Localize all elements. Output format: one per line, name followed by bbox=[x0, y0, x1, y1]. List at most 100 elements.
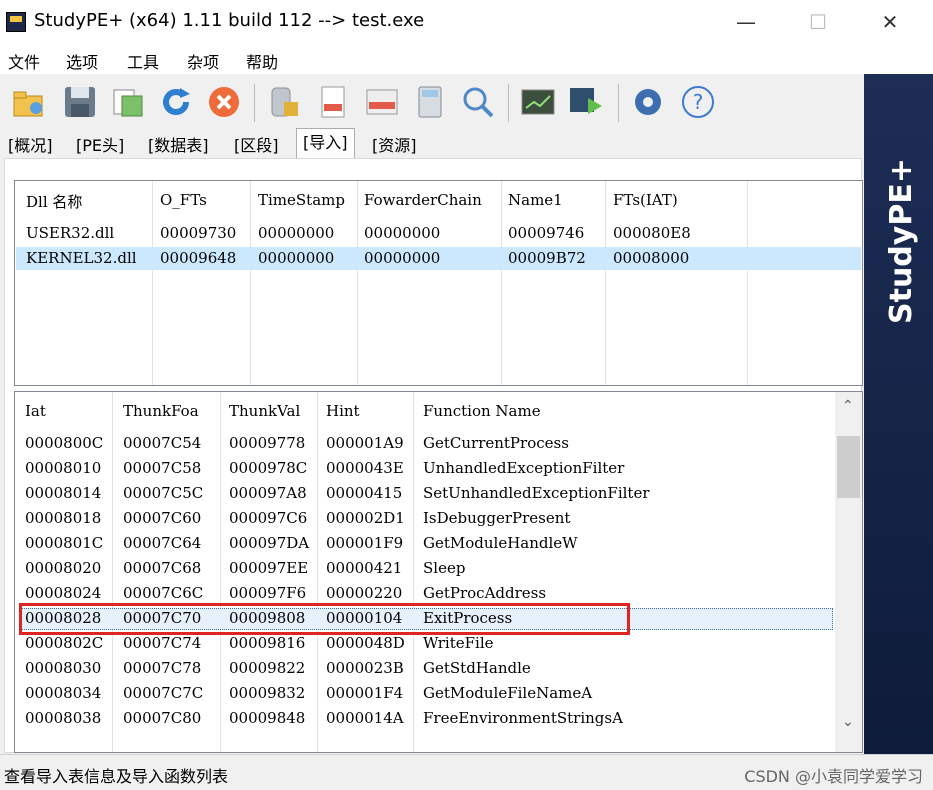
function-cell[interactable]: 00007C70 bbox=[123, 609, 201, 627]
function-cell[interactable]: 00007C68 bbox=[123, 559, 201, 577]
dll-header-name1[interactable]: Name1 bbox=[508, 191, 563, 209]
function-name-cell[interactable]: GetCurrentProcess bbox=[423, 434, 569, 452]
search-icon[interactable] bbox=[460, 84, 496, 120]
close-icon[interactable] bbox=[206, 84, 242, 120]
function-cell[interactable]: 00008024 bbox=[25, 584, 101, 602]
dll-cell[interactable]: KERNEL32.dll bbox=[26, 249, 137, 267]
function-cell[interactable]: 0000048D bbox=[326, 634, 405, 652]
help-icon[interactable]: ? bbox=[680, 84, 716, 120]
function-cell[interactable]: 000097EE bbox=[229, 559, 308, 577]
function-cell[interactable]: 000097A8 bbox=[229, 484, 307, 502]
function-cell[interactable]: 00007C74 bbox=[123, 634, 201, 652]
function-cell[interactable]: 00007C6C bbox=[123, 584, 203, 602]
terminal-icon[interactable] bbox=[520, 84, 556, 120]
function-cell[interactable]: 000097F6 bbox=[229, 584, 306, 602]
dll-cell[interactable]: USER32.dll bbox=[26, 224, 114, 242]
menu-options[interactable]: 选项 bbox=[66, 49, 98, 73]
app-icon[interactable] bbox=[6, 12, 26, 32]
function-cell[interactable]: 00007C5C bbox=[123, 484, 203, 502]
menu-misc[interactable]: 杂项 bbox=[187, 49, 219, 73]
function-cell[interactable]: 00009816 bbox=[229, 634, 305, 652]
function-name-cell[interactable]: ExitProcess bbox=[423, 609, 512, 627]
function-cell[interactable]: 000001F9 bbox=[326, 534, 403, 552]
function-name-cell[interactable]: WriteFile bbox=[423, 634, 494, 652]
function-cell[interactable]: 0000802C bbox=[25, 634, 103, 652]
menu-file[interactable]: 文件 bbox=[8, 49, 40, 73]
calculator-icon[interactable] bbox=[412, 84, 448, 120]
function-cell[interactable]: 00009832 bbox=[229, 684, 305, 702]
function-cell[interactable]: 0000014A bbox=[326, 709, 404, 727]
menu-tools[interactable]: 工具 bbox=[127, 49, 159, 73]
function-cell[interactable]: 000097C6 bbox=[229, 509, 307, 527]
scrollbar-thumb[interactable] bbox=[837, 436, 860, 498]
function-cell[interactable]: 000001A9 bbox=[326, 434, 404, 452]
maximize-button[interactable]: ☐ bbox=[795, 0, 841, 44]
dll-cell[interactable]: 000080E8 bbox=[613, 224, 691, 242]
function-cell[interactable]: 0000978C bbox=[229, 459, 307, 477]
function-name-cell[interactable]: GetProcAddress bbox=[423, 584, 546, 602]
function-cell[interactable]: 00007C54 bbox=[123, 434, 201, 452]
function-cell[interactable]: 00008010 bbox=[25, 459, 101, 477]
function-name-cell[interactable]: GetModuleHandleW bbox=[423, 534, 578, 552]
function-cell[interactable]: 00000415 bbox=[326, 484, 402, 502]
function-cell[interactable]: 00009822 bbox=[229, 659, 305, 677]
tab-overview[interactable]: [概况] bbox=[8, 132, 53, 156]
dll-header-name[interactable]: Dll 名称 bbox=[26, 191, 82, 212]
function-cell[interactable]: 0000800C bbox=[25, 434, 103, 452]
refresh-icon[interactable] bbox=[158, 84, 194, 120]
function-cell[interactable]: 00007C7C bbox=[123, 684, 203, 702]
dll-cell[interactable]: 00000000 bbox=[364, 249, 440, 267]
function-cell[interactable]: 000001F4 bbox=[326, 684, 403, 702]
function-cell[interactable]: 0000801C bbox=[25, 534, 103, 552]
scroll-up-icon[interactable]: ⌃ bbox=[842, 398, 854, 414]
dll-cell[interactable]: 00009730 bbox=[160, 224, 236, 242]
function-cell[interactable]: 00007C58 bbox=[123, 459, 201, 477]
dll-cell[interactable]: 00000000 bbox=[364, 224, 440, 242]
function-cell[interactable]: 00008014 bbox=[25, 484, 101, 502]
function-cell[interactable]: 00008020 bbox=[25, 559, 101, 577]
dll-cell[interactable]: 00009746 bbox=[508, 224, 584, 242]
func-header-hint[interactable]: Hint bbox=[326, 402, 360, 420]
database-icon[interactable] bbox=[266, 84, 302, 120]
func-header-function-name[interactable]: Function Name bbox=[423, 402, 541, 420]
function-cell[interactable]: 00008034 bbox=[25, 684, 101, 702]
function-name-cell[interactable]: FreeEnvironmentStringsA bbox=[423, 709, 623, 727]
func-header-thunkval[interactable]: ThunkVal bbox=[229, 402, 300, 420]
function-name-cell[interactable]: UnhandledExceptionFilter bbox=[423, 459, 624, 477]
function-cell[interactable]: 000097DA bbox=[229, 534, 309, 552]
function-name-cell[interactable]: GetStdHandle bbox=[423, 659, 531, 677]
tab-imports[interactable]: [导入] bbox=[296, 128, 355, 159]
dll-header-oft[interactable]: O_FTs bbox=[160, 191, 207, 209]
scroll-down-icon[interactable]: ⌄ bbox=[842, 714, 854, 730]
dll-header-forwarder[interactable]: FowarderChain bbox=[364, 191, 482, 209]
function-name-cell[interactable]: Sleep bbox=[423, 559, 465, 577]
function-cell[interactable]: 0000023B bbox=[326, 659, 404, 677]
settings-icon[interactable] bbox=[630, 84, 666, 120]
func-header-thunkfoa[interactable]: ThunkFoa bbox=[123, 402, 199, 420]
asm-file-icon[interactable] bbox=[316, 84, 352, 120]
function-cell[interactable]: 00008038 bbox=[25, 709, 101, 727]
close-window-button[interactable]: ✕ bbox=[867, 0, 913, 44]
copy-icon[interactable] bbox=[110, 84, 146, 120]
save-icon[interactable] bbox=[62, 84, 98, 120]
function-cell[interactable]: 00007C78 bbox=[123, 659, 201, 677]
function-cell[interactable]: 00007C64 bbox=[123, 534, 201, 552]
dll-header-timestamp[interactable]: TimeStamp bbox=[258, 191, 345, 209]
function-cell[interactable]: 00009848 bbox=[229, 709, 305, 727]
function-cell[interactable]: 00007C60 bbox=[123, 509, 201, 527]
function-cell[interactable]: 00007C80 bbox=[123, 709, 201, 727]
asm-window-icon[interactable] bbox=[364, 84, 400, 120]
dll-cell[interactable]: 00009B72 bbox=[508, 249, 586, 267]
tab-resources[interactable]: [资源] bbox=[372, 132, 417, 156]
dll-cell[interactable]: 00008000 bbox=[613, 249, 689, 267]
minimize-button[interactable]: — bbox=[723, 0, 769, 44]
open-icon[interactable] bbox=[12, 84, 48, 120]
function-name-cell[interactable]: GetModuleFileNameA bbox=[423, 684, 592, 702]
menu-help[interactable]: 帮助 bbox=[246, 49, 278, 73]
tab-pe-header[interactable]: [PE头] bbox=[76, 132, 124, 156]
dll-cell[interactable]: 00000000 bbox=[258, 249, 334, 267]
function-cell[interactable]: 0000043E bbox=[326, 459, 404, 477]
transfer-icon[interactable] bbox=[568, 84, 604, 120]
function-name-cell[interactable]: IsDebuggerPresent bbox=[423, 509, 570, 527]
function-name-cell[interactable]: SetUnhandledExceptionFilter bbox=[423, 484, 650, 502]
